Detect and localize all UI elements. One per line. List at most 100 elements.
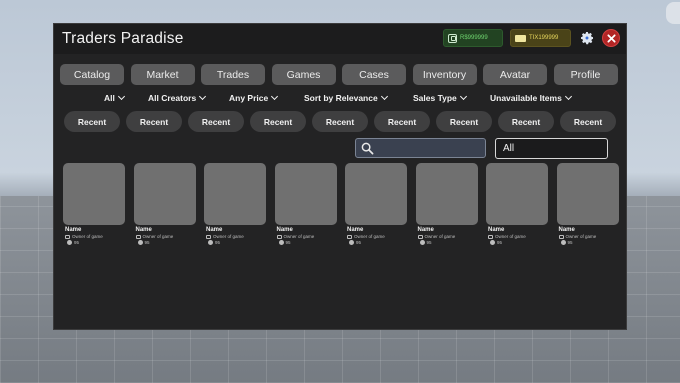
item-thumbnail[interactable] bbox=[274, 163, 337, 225]
item-price: 95 bbox=[486, 240, 548, 245]
creator-icon bbox=[135, 234, 141, 239]
robux-balance: R$999999 bbox=[443, 29, 503, 47]
item-owner: Owner of game bbox=[345, 234, 407, 239]
item-price-value: 95 bbox=[285, 240, 291, 245]
filter-price-dropdown[interactable]: Any Price bbox=[229, 92, 279, 103]
filter-label: All bbox=[104, 93, 115, 103]
tix-balance: TIX199999 bbox=[510, 29, 571, 47]
item-name: Name bbox=[135, 227, 152, 233]
tab-cases[interactable]: Cases bbox=[342, 64, 406, 85]
item-thumbnail[interactable] bbox=[133, 163, 196, 225]
tab-catalog[interactable]: Catalog bbox=[60, 64, 124, 85]
item-card[interactable]: Name Owner of game 95 bbox=[415, 163, 478, 245]
item-name: Name bbox=[347, 227, 364, 233]
tab-profile[interactable]: Profile bbox=[553, 64, 618, 85]
creator-icon bbox=[488, 234, 493, 239]
item-thumbnail[interactable] bbox=[204, 163, 266, 225]
chevron-down-icon bbox=[271, 92, 279, 101]
chevron-down-icon bbox=[117, 92, 125, 101]
item-price-value: 95 bbox=[144, 240, 150, 245]
currency-icon bbox=[208, 240, 213, 245]
tab-inventory[interactable]: Inventory bbox=[412, 64, 477, 85]
gear-icon bbox=[581, 32, 594, 45]
unavailable-items-dropdown[interactable]: Unavailable Items bbox=[490, 92, 572, 103]
item-name: Name bbox=[65, 227, 82, 233]
item-card[interactable]: Name Owner of game 95 bbox=[486, 163, 548, 245]
ticket-icon bbox=[515, 34, 526, 42]
item-card[interactable]: Name Owner of game 95 bbox=[345, 163, 407, 245]
item-thumbnail[interactable] bbox=[556, 163, 619, 225]
item-card[interactable]: Name Owner of game 95 bbox=[556, 163, 619, 245]
tab-avatar[interactable]: Avatar bbox=[483, 64, 547, 85]
item-price-value: 95 bbox=[426, 240, 432, 245]
item-owner: Owner of game bbox=[416, 234, 478, 239]
item-thumbnail[interactable] bbox=[415, 163, 478, 225]
category-select[interactable]: All bbox=[495, 138, 608, 159]
item-price-value: 95 bbox=[497, 240, 503, 245]
sales-type-dropdown[interactable]: Sales Type bbox=[413, 92, 467, 103]
chevron-down-icon bbox=[380, 92, 388, 101]
filter-all-dropdown[interactable]: All bbox=[104, 92, 125, 103]
creator-icon bbox=[206, 234, 211, 239]
recent-chip[interactable]: Recent bbox=[126, 111, 182, 132]
robux-icon bbox=[448, 33, 457, 43]
chevron-down-icon bbox=[459, 92, 467, 101]
recent-chip[interactable]: Recent bbox=[250, 111, 306, 132]
menu-toggle-button[interactable] bbox=[666, 2, 680, 24]
search-input[interactable] bbox=[355, 138, 486, 158]
category-select-value: All bbox=[503, 143, 515, 154]
item-price: 95 bbox=[416, 240, 478, 245]
settings-button[interactable] bbox=[578, 29, 596, 47]
recent-chip[interactable]: Recent bbox=[312, 111, 368, 132]
item-name: Name bbox=[488, 227, 505, 233]
currency-icon bbox=[67, 240, 72, 245]
item-owner-label: Owner of game bbox=[424, 234, 456, 239]
item-price-value: 95 bbox=[74, 240, 80, 245]
tix-amount: TIX199999 bbox=[529, 35, 559, 41]
item-price-value: 95 bbox=[356, 240, 362, 245]
filter-label: Sales Type bbox=[413, 93, 457, 103]
recent-chip[interactable]: Recent bbox=[374, 111, 430, 132]
currency-icon bbox=[560, 240, 566, 245]
tab-market[interactable]: Market bbox=[130, 64, 195, 85]
recent-chip[interactable]: Recent bbox=[560, 111, 616, 132]
item-owner: Owner of game bbox=[275, 234, 337, 239]
search-icon bbox=[361, 142, 374, 155]
tab-trades[interactable]: Trades bbox=[201, 64, 265, 85]
item-name: Name bbox=[276, 227, 293, 233]
chevron-down-icon bbox=[199, 92, 207, 101]
item-thumbnail[interactable] bbox=[486, 163, 548, 225]
item-card[interactable]: Name Owner of game 95 bbox=[274, 163, 337, 245]
creator-icon bbox=[347, 234, 352, 239]
item-owner: Owner of game bbox=[204, 234, 266, 239]
creator-icon bbox=[417, 234, 423, 239]
item-price: 95 bbox=[275, 240, 337, 245]
item-thumbnail[interactable] bbox=[345, 163, 407, 225]
recent-chip[interactable]: Recent bbox=[64, 111, 120, 132]
title-bar: Traders Paradise R$999999 TIX199999 bbox=[54, 24, 626, 54]
item-owner-label: Owner of game bbox=[283, 234, 315, 239]
item-owner: Owner of game bbox=[134, 234, 196, 239]
currency-icon bbox=[137, 240, 143, 245]
creator-icon bbox=[558, 234, 564, 239]
filter-creators-dropdown[interactable]: All Creators bbox=[148, 92, 207, 103]
item-price-value: 95 bbox=[215, 240, 221, 245]
recent-chip[interactable]: Recent bbox=[188, 111, 244, 132]
close-button[interactable] bbox=[602, 29, 620, 47]
item-card[interactable]: Name Owner of game 95 bbox=[133, 163, 196, 245]
item-thumbnail[interactable] bbox=[63, 163, 125, 225]
item-owner: Owner of game bbox=[63, 234, 125, 239]
item-owner-label: Owner of game bbox=[142, 234, 174, 239]
recent-chip[interactable]: Recent bbox=[436, 111, 492, 132]
recent-chip[interactable]: Recent bbox=[498, 111, 554, 132]
item-price: 95 bbox=[345, 240, 407, 245]
item-card[interactable]: Name Owner of game 95 bbox=[63, 163, 125, 245]
item-card[interactable]: Name Owner of game 95 bbox=[204, 163, 266, 245]
item-price: 95 bbox=[134, 240, 196, 245]
filter-label: Any Price bbox=[229, 93, 269, 103]
filter-label: All Creators bbox=[148, 93, 197, 103]
item-owner-label: Owner of game bbox=[72, 234, 103, 239]
filter-label: Unavailable Items bbox=[490, 93, 562, 103]
tab-games[interactable]: Games bbox=[271, 64, 336, 85]
sort-dropdown[interactable]: Sort by Relevance bbox=[304, 92, 388, 103]
